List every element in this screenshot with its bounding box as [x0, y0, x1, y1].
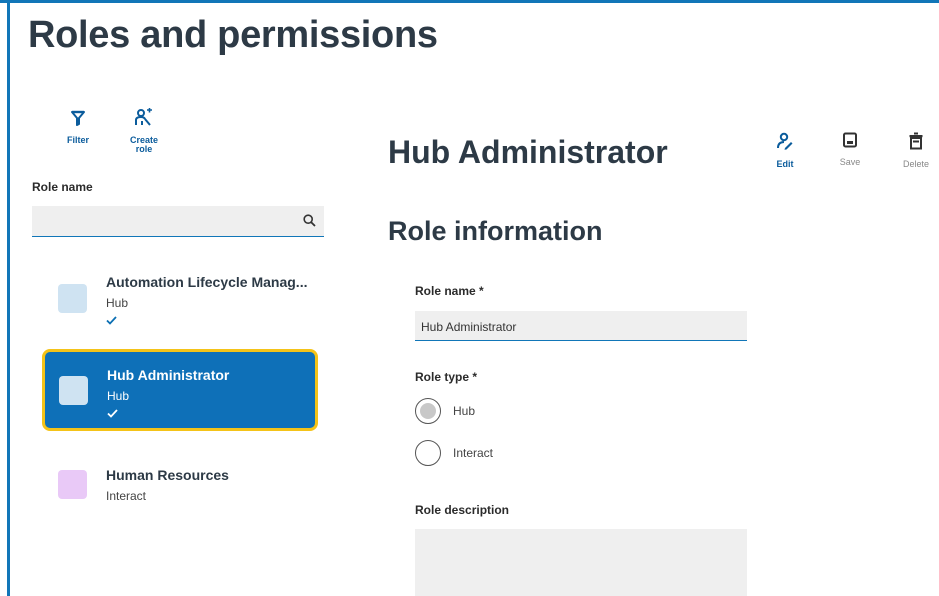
role-type-radio-interact[interactable]: Interact [415, 440, 493, 466]
check-icon [107, 405, 118, 423]
role-type-option-label: Interact [453, 446, 494, 460]
create-role-icon [134, 108, 154, 133]
save-button[interactable]: Save [830, 132, 870, 167]
role-item-name: Hub Administrator [107, 367, 230, 383]
page-title: Roles and permissions [28, 14, 438, 56]
role-item-name: Human Resources [106, 467, 229, 483]
delete-label: Delete [902, 159, 929, 169]
role-color-swatch [58, 284, 87, 313]
role-name-search-label: Role name [32, 180, 93, 194]
create-role-button[interactable]: Create role [124, 108, 164, 154]
role-type-option-label: Hub [453, 404, 476, 418]
role-list-item[interactable]: Automation Lifecycle Manag... Hub [42, 266, 318, 348]
radio-selected-dot [420, 403, 436, 419]
role-name-field[interactable]: Hub Administrator [415, 311, 747, 341]
radio-circle[interactable] [415, 398, 441, 424]
filter-label: Filter [66, 135, 89, 145]
role-detail-title: Hub Administrator [388, 134, 668, 170]
role-description-textarea[interactable] [415, 529, 747, 596]
create-role-label-line2: role [135, 144, 153, 154]
role-type-field-label: Role type * [415, 370, 478, 384]
edit-label: Edit [776, 159, 794, 169]
role-color-swatch [59, 376, 88, 405]
role-name-field-label: Role name * [415, 284, 484, 298]
edit-icon [777, 132, 793, 155]
role-information-heading: Role information [388, 216, 603, 246]
save-icon [843, 132, 857, 153]
role-search-field [32, 206, 324, 237]
save-label: Save [839, 157, 861, 167]
window-left-border [7, 0, 10, 596]
role-list-item-selected[interactable]: Hub Administrator Hub [42, 349, 318, 431]
role-type-radio-hub[interactable]: Hub [415, 398, 475, 424]
delete-icon [909, 132, 923, 155]
role-item-type: Interact [106, 489, 147, 503]
role-search-input[interactable] [32, 206, 292, 236]
edit-button[interactable]: Edit [765, 132, 805, 169]
filter-icon [71, 110, 85, 133]
role-list-item[interactable]: Human Resources Interact [42, 458, 318, 540]
check-icon [106, 312, 117, 330]
radio-circle[interactable] [415, 440, 441, 466]
role-item-type: Hub [107, 389, 130, 403]
role-color-swatch [58, 470, 87, 499]
window-top-border [0, 0, 939, 3]
role-description-field-label: Role description [415, 503, 510, 517]
search-icon[interactable] [303, 214, 316, 232]
filter-button[interactable]: Filter [60, 110, 96, 145]
role-item-name: Automation Lifecycle Manag... [106, 274, 308, 290]
delete-button[interactable]: Delete [896, 132, 936, 169]
role-item-type: Hub [106, 296, 129, 310]
